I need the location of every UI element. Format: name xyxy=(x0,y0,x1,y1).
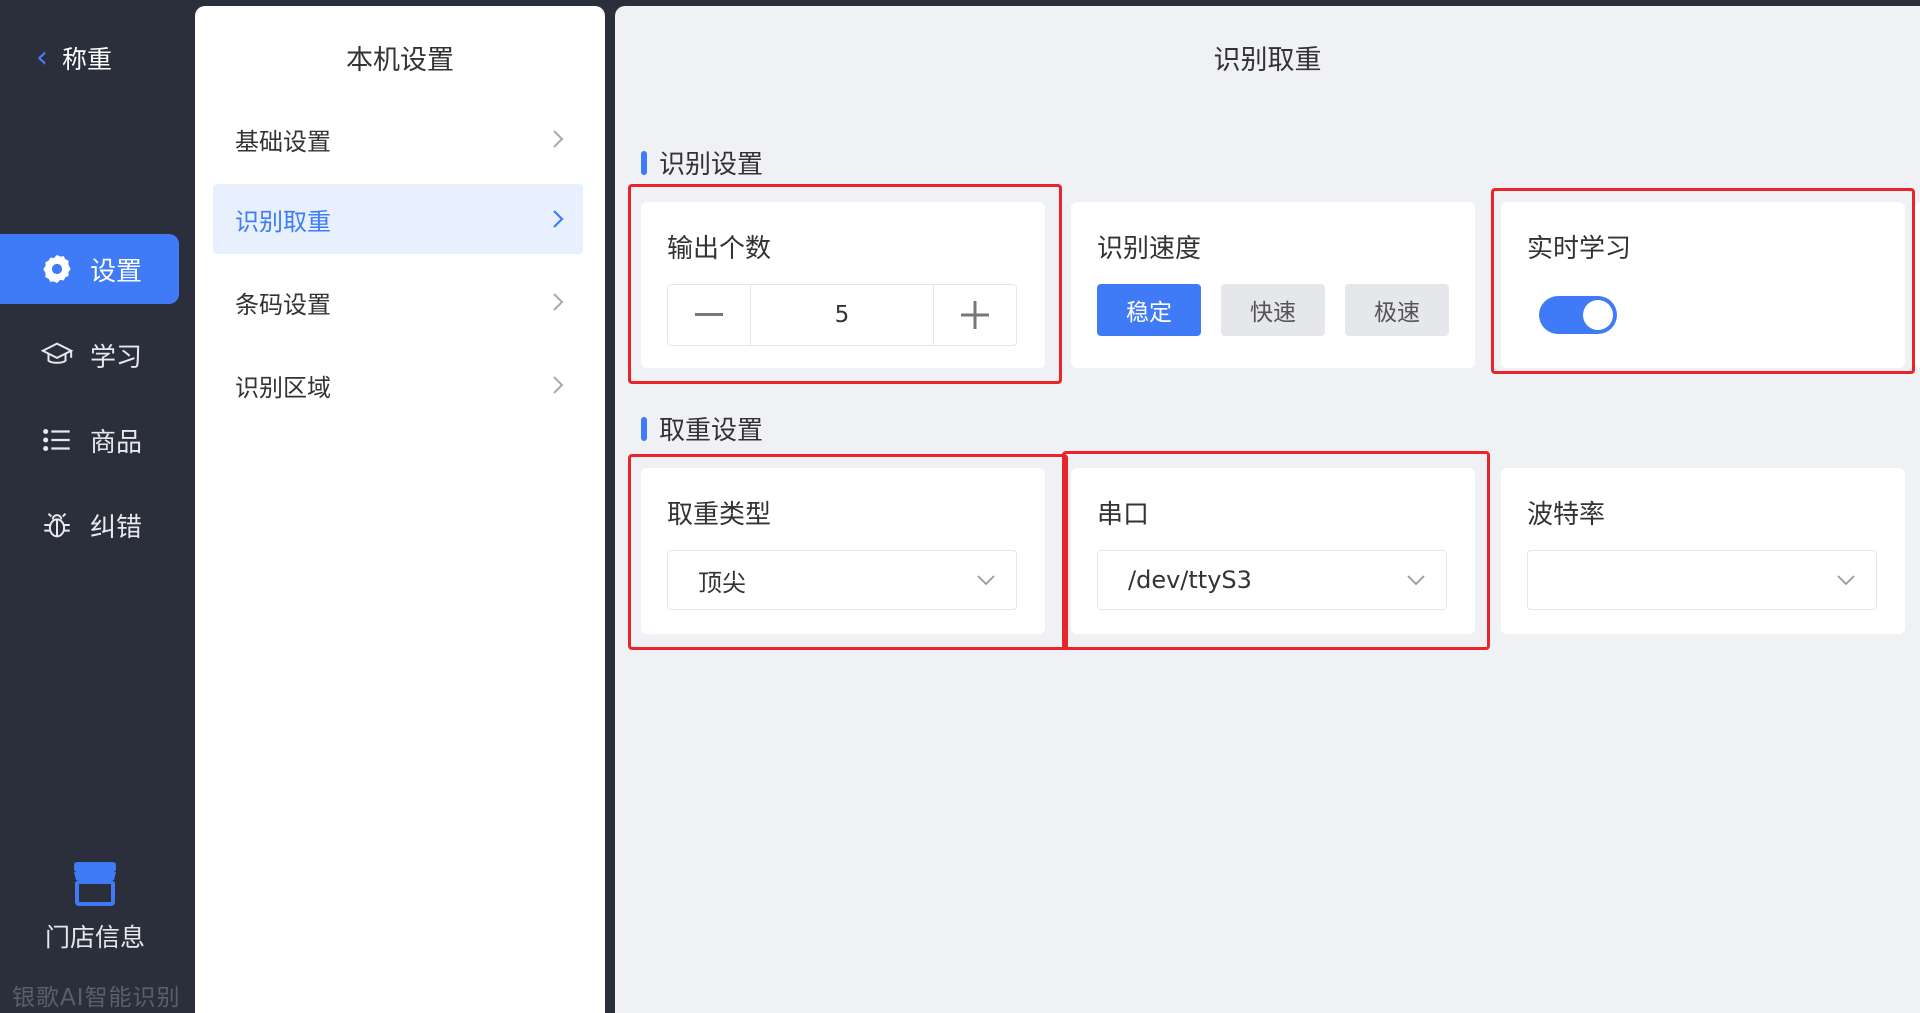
list-icon xyxy=(43,428,70,452)
decrement-button[interactable] xyxy=(668,285,750,345)
gear-icon xyxy=(43,254,71,284)
chevron-right-icon xyxy=(553,130,564,148)
card-title: 实时学习 xyxy=(1527,234,1632,264)
chevron-right-icon xyxy=(553,376,564,394)
section-marker xyxy=(641,416,647,441)
card-title: 取重类型 xyxy=(667,500,772,530)
card-title: 输出个数 xyxy=(667,234,772,264)
menu-item-label: 基础设置 xyxy=(235,127,331,156)
speed-option-extreme[interactable]: 极速 xyxy=(1345,284,1449,336)
page-title: 识别取重 xyxy=(1213,45,1322,76)
nav-item-products[interactable]: 商品 xyxy=(0,405,179,475)
section-recognition: 识别设置 xyxy=(641,144,763,181)
store-label: 门店信息 xyxy=(44,923,145,952)
section-label: 识别设置 xyxy=(659,150,764,180)
nav-label: 设置 xyxy=(90,256,143,287)
realtime-learning-toggle[interactable] xyxy=(1539,296,1617,334)
card-title: 串口 xyxy=(1097,500,1150,530)
output-count-value[interactable]: 5 xyxy=(750,285,934,345)
nav-item-settings[interactable]: 设置 xyxy=(0,234,179,304)
nav-label: 纠错 xyxy=(90,512,143,543)
weight-type-card: 取重类型 顶尖 xyxy=(641,468,1045,634)
back-button[interactable]: ‹ 称重 xyxy=(36,38,112,78)
menu-title: 本机设置 xyxy=(346,45,454,76)
menu-item-label: 识别区域 xyxy=(235,373,331,402)
menu-item-label: 条码设置 xyxy=(235,290,331,319)
content-panel: 识别取重 识别设置 输出个数 5 识别速度 稳定 快速 极速 实时学习 取重设置… xyxy=(615,6,1920,1013)
select-value: 顶尖 xyxy=(698,568,746,597)
chevron-left-icon: ‹ xyxy=(36,40,48,75)
section-label: 取重设置 xyxy=(659,416,764,446)
section-weight: 取重设置 xyxy=(641,410,763,447)
nav-label: 学习 xyxy=(90,342,143,373)
watermark-text: 银歌AI智能识别 xyxy=(12,985,181,1011)
menu-item-recognition[interactable]: 识别取重 xyxy=(213,184,583,254)
bug-icon xyxy=(44,512,70,538)
baud-rate-select[interactable] xyxy=(1527,550,1877,610)
output-count-card: 输出个数 5 xyxy=(641,202,1045,368)
settings-menu: 本机设置 基础设置 识别取重 条码设置 识别区域 xyxy=(195,6,605,1013)
menu-item-region[interactable]: 识别区域 xyxy=(213,350,583,420)
plus-icon xyxy=(961,301,989,329)
speed-option-fast[interactable]: 快速 xyxy=(1221,284,1325,336)
chevron-down-icon xyxy=(977,575,995,586)
chevron-right-icon xyxy=(553,293,564,311)
realtime-learning-card: 实时学习 xyxy=(1501,202,1905,368)
chevron-right-icon xyxy=(553,210,564,228)
chevron-down-icon xyxy=(1407,575,1425,586)
select-value: /dev/ttyS3 xyxy=(1128,566,1252,594)
section-marker xyxy=(641,150,647,175)
weight-type-select[interactable]: 顶尖 xyxy=(667,550,1017,610)
card-title: 波特率 xyxy=(1527,500,1606,530)
store-info-button[interactable]: 门店信息 xyxy=(0,860,190,954)
output-count-stepper: 5 xyxy=(667,284,1017,346)
app-root: ‹ 称重 设置 学习 商品 纠错 门店信息 银歌AI智能识别 本机设置 基础设置… xyxy=(0,0,1920,1013)
serial-port-card: 串口 /dev/ttyS3 xyxy=(1071,468,1475,634)
card-title: 识别速度 xyxy=(1097,234,1202,264)
speed-card: 识别速度 稳定 快速 极速 xyxy=(1071,202,1475,368)
minus-icon xyxy=(695,313,723,316)
menu-item-label: 识别取重 xyxy=(235,207,331,236)
chevron-down-icon xyxy=(1837,575,1855,586)
baud-rate-card: 波特率 xyxy=(1501,468,1905,634)
menu-item-barcode[interactable]: 条码设置 xyxy=(213,267,583,337)
serial-port-select[interactable]: /dev/ttyS3 xyxy=(1097,550,1447,610)
toggle-knob xyxy=(1583,300,1613,330)
nav-item-learn[interactable]: 学习 xyxy=(0,320,179,390)
graduation-cap-icon xyxy=(40,342,74,364)
back-label: 称重 xyxy=(62,45,113,74)
overflow-card xyxy=(1915,202,1920,368)
nav-label: 商品 xyxy=(90,427,143,458)
store-icon xyxy=(74,862,116,906)
nav-item-correction[interactable]: 纠错 xyxy=(0,490,179,560)
left-nav: ‹ 称重 设置 学习 商品 纠错 门店信息 银歌AI智能识别 xyxy=(0,0,190,1013)
increment-button[interactable] xyxy=(934,285,1016,345)
speed-option-stable[interactable]: 稳定 xyxy=(1097,284,1201,336)
menu-item-basic[interactable]: 基础设置 xyxy=(213,104,583,174)
